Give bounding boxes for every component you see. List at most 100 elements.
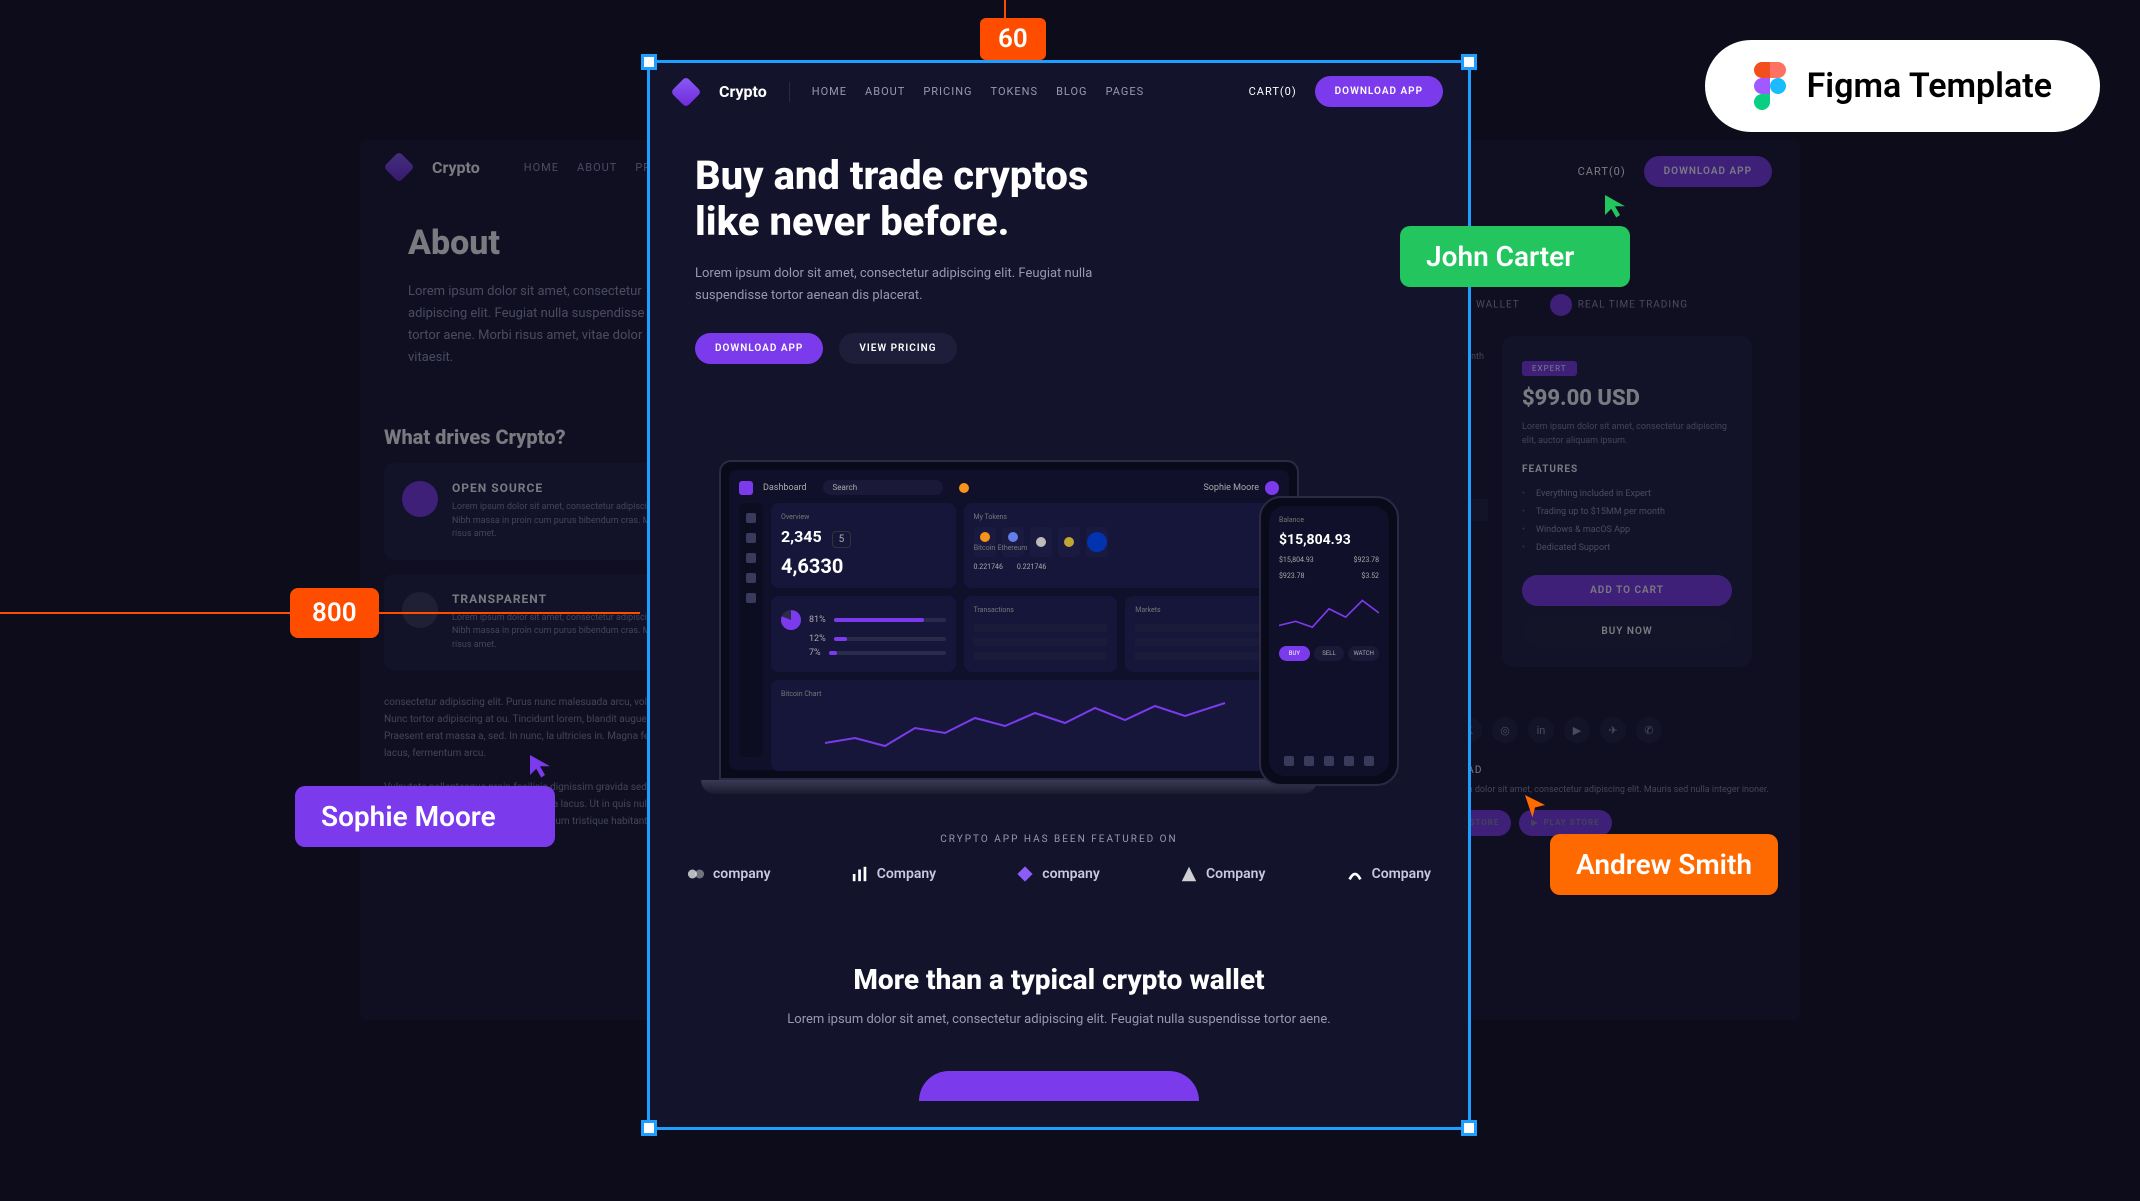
btc-icon <box>980 532 990 542</box>
pill-buy[interactable]: BUY <box>1279 646 1310 661</box>
brand[interactable]: Crypto <box>432 158 480 177</box>
cursor-andrew: Andrew Smith <box>1550 790 1778 895</box>
feat-item: Dedicated Support <box>1522 539 1732 557</box>
company-logo: Company <box>1346 865 1431 883</box>
social-linkedin-icon[interactable]: in <box>1528 717 1554 743</box>
plan-price: $99.00 USD <box>1522 386 1732 411</box>
brand[interactable]: Crypto <box>719 82 767 101</box>
dash-username: Sophie Moore <box>1203 483 1259 493</box>
tokens-label: My Tokens <box>974 513 1270 521</box>
nav: Crypto HOME ABOUT PRICING TOKENS BLOG PA… <box>647 60 1471 123</box>
tab-trading[interactable]: REAL TIME TRADING <box>1550 294 1688 316</box>
cursor-label: Sophie Moore <box>295 786 555 847</box>
dash-search-input[interactable]: Search <box>823 480 943 495</box>
sidebar-icon[interactable] <box>746 533 756 543</box>
feat2-title: TRANSPARENT <box>452 592 678 606</box>
feat-item: Windows & macOS App <box>1522 521 1732 539</box>
pill-sell[interactable]: SELL <box>1314 646 1345 661</box>
feat1-title: OPEN SOURCE <box>452 481 678 495</box>
artboard-home[interactable]: Crypto HOME ABOUT PRICING TOKENS BLOG PA… <box>647 60 1471 1130</box>
sidebar-icon[interactable] <box>746 573 756 583</box>
feat1-desc: Lorem ipsum dolor sit amet, consectetur … <box>452 501 678 542</box>
nav-download-button[interactable]: DOWNLOAD APP <box>1644 156 1772 187</box>
nav-download-button[interactable]: DOWNLOAD APP <box>1315 76 1443 107</box>
stat-b: 4,6330 <box>781 554 946 578</box>
phone-nav-icon[interactable] <box>1364 756 1374 766</box>
cursor-sophie: Sophie Moore <box>295 750 555 847</box>
phone-chart <box>1279 588 1379 638</box>
nav-links: HOME ABOUT PRICING TOKENS BLOG PAGES <box>812 85 1144 98</box>
plan-badge: EXPERT <box>1522 361 1577 376</box>
add-to-cart-button[interactable]: ADD TO CART <box>1522 575 1732 606</box>
social-whatsapp-icon[interactable]: ✆ <box>1636 717 1662 743</box>
nav-cart[interactable]: CART(0) <box>1578 165 1626 178</box>
phone-nav-icon[interactable] <box>1284 756 1294 766</box>
pricing-card-expert[interactable]: EXPERT $99.00 USD Lorem ipsum dolor sit … <box>1502 336 1752 667</box>
cursor-label: John Carter <box>1400 226 1630 287</box>
nav-pages[interactable]: PAGES <box>1106 85 1145 98</box>
dashboard-mockup: Dashboard Search Sophie Moore <box>719 434 1399 794</box>
nav-home[interactable]: HOME <box>524 161 559 174</box>
pill-watch[interactable]: WATCH <box>1348 646 1379 661</box>
nav-blog[interactable]: BLOG <box>1056 85 1088 98</box>
opensource-icon <box>402 481 438 517</box>
social-telegram-icon[interactable]: ✈ <box>1600 717 1626 743</box>
phone-balance: $15,804.93 <box>1279 532 1379 548</box>
hero-title: Buy and trade cryptoslike never before. <box>695 153 1423 245</box>
about-title: About <box>408 224 672 263</box>
company-logo: Company <box>851 865 936 883</box>
social-instagram-icon[interactable]: ◎ <box>1492 717 1518 743</box>
figma-badge-text: Figma Template <box>1807 66 2052 106</box>
nav-cart[interactable]: CART(0) <box>1249 85 1297 98</box>
logo-icon <box>670 76 701 107</box>
tokens-card: My Tokens Bitcoin Ethereum 0.221746 <box>964 503 1280 588</box>
nav-tokens[interactable]: TOKENS <box>991 85 1039 98</box>
trading-icon <box>1550 294 1572 316</box>
sidebar-icon[interactable] <box>746 593 756 603</box>
feat-item: Everything included in Expert <box>1522 485 1732 503</box>
dash-logo-icon <box>739 481 753 495</box>
doge-icon <box>1064 537 1074 547</box>
dash-sidebar <box>739 503 763 757</box>
transactions-card: Transactions <box>964 596 1118 672</box>
cursor-john: John Carter <box>1400 190 1630 287</box>
dash-title: Dashboard <box>763 483 807 493</box>
overview-label: Overview <box>781 513 946 521</box>
overview-card: Overview 2,345 5 4,6330 <box>771 503 956 588</box>
phone-nav-icon[interactable] <box>1324 756 1334 766</box>
nav-home[interactable]: HOME <box>812 85 847 98</box>
btc-icon <box>959 483 969 493</box>
sidebar-icon[interactable] <box>746 513 756 523</box>
measurement-label-60: 60 <box>980 18 1046 60</box>
social-youtube-icon[interactable]: ▶ <box>1564 717 1590 743</box>
ltc-icon <box>1036 537 1046 547</box>
figma-template-badge: Figma Template <box>1705 40 2100 132</box>
phone-nav-icon[interactable] <box>1304 756 1314 766</box>
featured-label: CRYPTO APP HAS BEEN FEATURED ON <box>687 834 1431 845</box>
avatar-icon[interactable] <box>1265 481 1279 495</box>
nav-about[interactable]: ABOUT <box>577 161 617 174</box>
buy-now-button[interactable]: BUY NOW <box>1522 616 1732 647</box>
markets-card: Markets <box>1125 596 1279 672</box>
hero-pricing-button[interactable]: VIEW PRICING <box>839 333 956 364</box>
about-sub: Lorem ipsum dolor sit amet, consectetur … <box>408 281 672 369</box>
company-logo: company <box>1016 865 1100 883</box>
eth-icon <box>1008 532 1018 542</box>
logo-icon <box>383 151 414 182</box>
section2-title: More than a typical crypto wallet <box>707 963 1411 996</box>
nav-about[interactable]: ABOUT <box>865 85 905 98</box>
company-logo: Company <box>1180 865 1265 883</box>
transparent-icon <box>402 592 438 628</box>
hero-download-button[interactable]: DOWNLOAD APP <box>695 333 823 364</box>
laptop-mock: Dashboard Search Sophie Moore <box>719 460 1299 794</box>
purple-shape <box>919 1071 1199 1101</box>
stat-a-sub: 5 <box>832 531 852 548</box>
feat2-desc: Lorem ipsum dolor sit amet, consectetur … <box>452 612 678 653</box>
chart-card: Bitcoin Chart <box>771 680 1279 771</box>
nav-pricing[interactable]: PRICING <box>923 85 972 98</box>
hero-subtitle: Lorem ipsum dolor sit amet, consectetur … <box>695 263 1115 307</box>
measurement-label-800: 800 <box>290 588 379 638</box>
phone-nav-icon[interactable] <box>1344 756 1354 766</box>
phone-mock: Balance $15,804.93 $15,804.93$923.78 $92… <box>1259 496 1399 786</box>
sidebar-icon[interactable] <box>746 553 756 563</box>
